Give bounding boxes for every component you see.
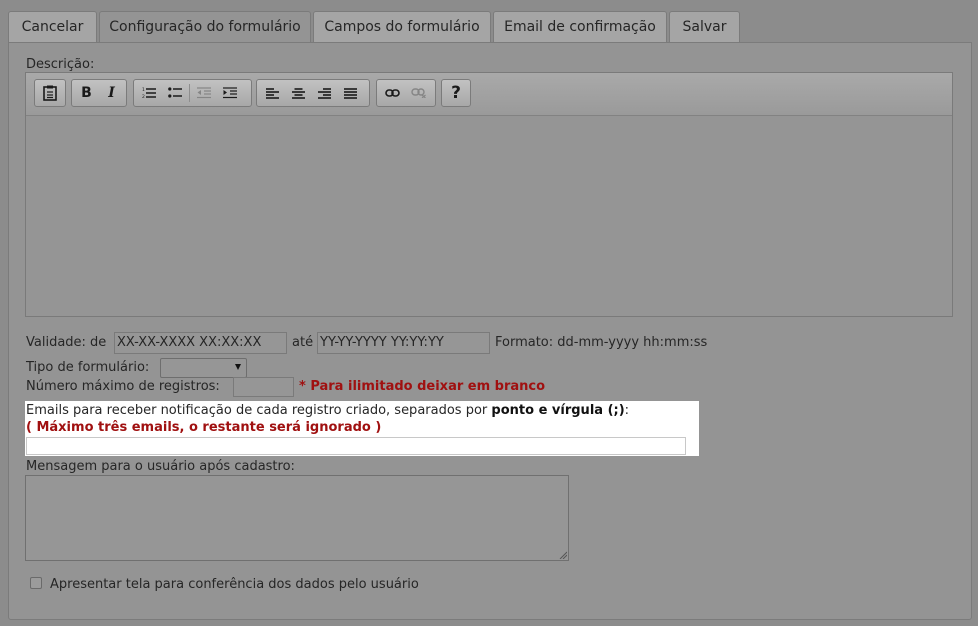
emails-label: Emails para receber notificação de cada … [26, 403, 629, 418]
rich-text-editor[interactable]: B I 12 ? [25, 72, 953, 317]
max-registros-hint: * Para ilimitado deixar em branco [299, 379, 546, 394]
max-registros-input[interactable] [233, 377, 294, 397]
unlink-icon[interactable] [405, 82, 431, 104]
toolbar-group-align [256, 79, 370, 107]
editor-toolbar: B I 12 ? [26, 73, 952, 116]
link-icon[interactable] [379, 82, 405, 104]
tipo-label: Tipo de formulário: [26, 360, 150, 375]
numbered-list-icon[interactable]: 12 [136, 82, 162, 104]
form-panel: Descrição: B I 12 ? Validade: de XX-XX-X… [8, 42, 972, 620]
resize-handle-icon[interactable] [559, 551, 567, 559]
toolbar-group-clipboard [34, 79, 66, 107]
tipo-select[interactable] [160, 358, 247, 378]
emails-label-emphasis: ponto e vírgula (;) [491, 403, 625, 418]
svg-text:2: 2 [142, 94, 145, 99]
help-button[interactable]: ? [444, 82, 468, 104]
tab-cancelar[interactable]: Cancelar [8, 11, 97, 42]
emails-label-colon: : [624, 403, 630, 418]
validade-from-input[interactable]: XX-XX-XXXX XX:XX:XX [114, 332, 287, 354]
max-registros-label: Número máximo de registros: [26, 379, 220, 394]
ate-label: até [292, 335, 314, 350]
toolbar-separator [189, 84, 190, 102]
svg-text:1: 1 [142, 87, 145, 93]
outdent-icon[interactable] [191, 82, 217, 104]
mensagem-textarea[interactable] [25, 475, 569, 561]
toolbar-group-format: B I [71, 79, 127, 107]
emails-warning: ( Máximo três emails, o restante será ig… [26, 420, 382, 435]
tab-salvar[interactable]: Salvar [669, 11, 740, 42]
bullet-list-icon[interactable] [162, 82, 188, 104]
toolbar-group-help: ? [441, 79, 471, 107]
bold-button[interactable]: B [74, 82, 99, 104]
validade-to-input[interactable]: YY-YY-YYYY YY:YY:YY [317, 332, 490, 354]
chevron-down-icon [235, 364, 241, 370]
toolbar-group-lists: 12 [133, 79, 252, 107]
align-justify-icon[interactable] [337, 82, 363, 104]
emails-input[interactable] [26, 437, 686, 455]
tab-email-confirmacao[interactable]: Email de confirmação [493, 11, 667, 42]
emails-label-text: Emails para receber notificação de cada … [26, 403, 488, 418]
italic-button[interactable]: I [99, 82, 124, 104]
mensagem-label: Mensagem para o usuário após cadastro: [26, 459, 295, 474]
indent-icon[interactable] [217, 82, 243, 104]
tab-campos[interactable]: Campos do formulário [313, 11, 491, 42]
toolbar-group-links [376, 79, 436, 107]
conferencia-label: Apresentar tela para conferência dos dad… [50, 577, 419, 592]
align-left-icon[interactable] [259, 82, 285, 104]
tab-configuracao[interactable]: Configuração do formulário [99, 11, 311, 43]
formato-label: Formato: dd-mm-yyyy hh:mm:ss [495, 335, 708, 350]
descricao-label: Descrição: [26, 57, 95, 72]
validade-label: Validade: de [26, 335, 107, 350]
conferencia-checkbox[interactable] [30, 577, 42, 589]
align-right-icon[interactable] [311, 82, 337, 104]
paste-icon[interactable] [37, 82, 63, 104]
align-center-icon[interactable] [285, 82, 311, 104]
emails-notification-box: Emails para receber notificação de cada … [25, 401, 699, 456]
